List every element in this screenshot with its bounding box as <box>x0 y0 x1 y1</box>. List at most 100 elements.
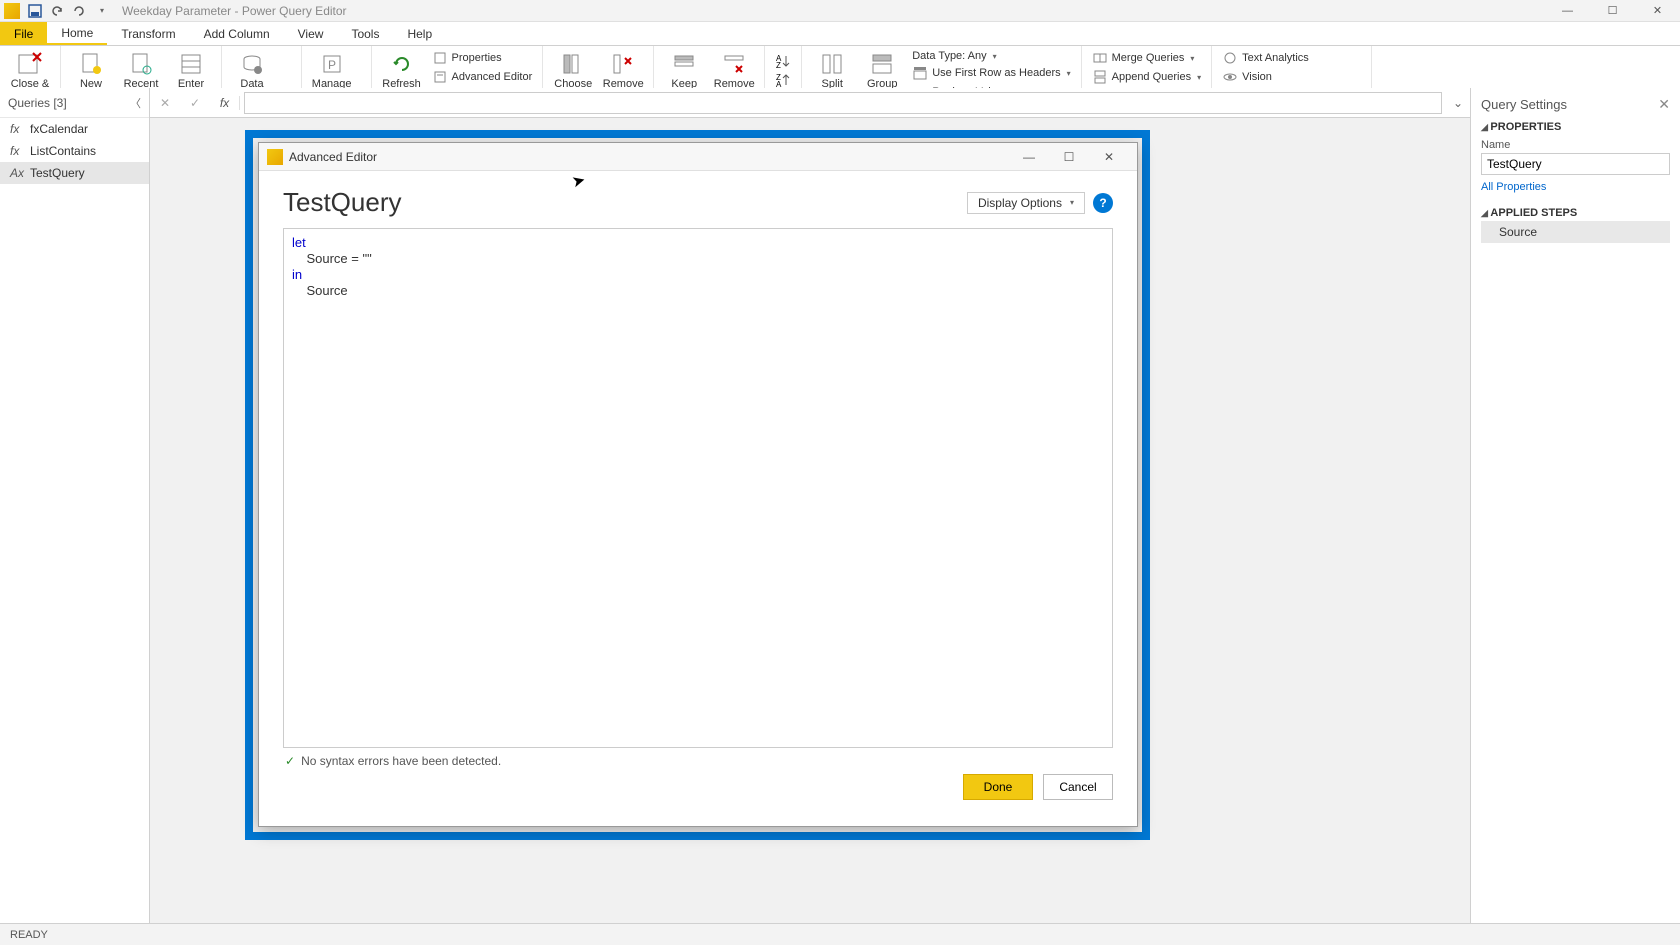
queries-header-label: Queries [3] <box>8 96 67 110</box>
new-source-icon <box>75 50 107 78</box>
query-label: TestQuery <box>30 166 85 180</box>
query-label: fxCalendar <box>30 122 88 136</box>
fx-commit-icon[interactable]: ✓ <box>180 96 210 110</box>
function-icon: fx <box>10 144 24 158</box>
data-source-settings-icon <box>236 50 268 78</box>
advanced-editor-dialog: Advanced Editor — ☐ ✕ ➤ TestQuery Displa… <box>258 142 1138 827</box>
tab-view[interactable]: View <box>284 22 338 45</box>
text-analytics-label: Text Analytics <box>1242 52 1309 64</box>
first-row-headers-button[interactable]: Use First Row as Headers▾ <box>908 64 1074 82</box>
sort-asc-button[interactable]: AZ <box>771 52 795 70</box>
remove-rows-icon <box>718 50 750 78</box>
window-title: Weekday Parameter - Power Query Editor <box>122 4 347 18</box>
undo-icon[interactable] <box>46 1 68 21</box>
check-icon: ✓ <box>285 754 295 768</box>
dialog-app-icon <box>267 149 283 165</box>
dialog-close-button[interactable]: ✕ <box>1089 144 1129 170</box>
vision-button[interactable]: Vision <box>1218 68 1365 86</box>
sort-asc-icon: AZ <box>775 53 791 69</box>
settings-close-icon[interactable]: ✕ <box>1658 96 1670 113</box>
tab-help[interactable]: Help <box>393 22 446 45</box>
display-options-label: Display Options <box>978 196 1062 210</box>
query-label: ListContains <box>30 144 96 158</box>
syntax-status: ✓ No syntax errors have been detected. <box>283 748 1113 774</box>
qat-dropdown-icon[interactable]: ▾ <box>90 1 112 21</box>
advanced-editor-icon <box>432 69 448 85</box>
close-window-button[interactable]: ✕ <box>1635 0 1680 22</box>
group-by-icon <box>866 50 898 78</box>
cancel-button[interactable]: Cancel <box>1043 774 1113 800</box>
queries-panel: Queries [3] 〈 fx fxCalendar fx ListConta… <box>0 88 150 923</box>
formula-expand-icon[interactable]: ⌄ <box>1446 96 1470 110</box>
vision-icon <box>1222 69 1238 85</box>
query-item-listcontains[interactable]: fx ListContains <box>0 140 149 162</box>
data-type-label: Data Type: Any <box>912 50 986 62</box>
advanced-editor-button[interactable]: Advanced Editor <box>428 68 537 86</box>
properties-button[interactable]: Properties <box>428 49 537 67</box>
merge-icon <box>1092 50 1108 66</box>
query-settings-panel: Query Settings ✕ PROPERTIES Name All Pro… <box>1470 88 1680 923</box>
code-keyword-in: in <box>292 267 302 282</box>
display-options-button[interactable]: Display Options ▾ <box>967 192 1085 214</box>
maximize-button[interactable]: ☐ <box>1590 0 1635 22</box>
svg-text:A: A <box>776 80 782 88</box>
dialog-titlebar[interactable]: Advanced Editor — ☐ ✕ ➤ <box>259 143 1137 171</box>
help-icon[interactable]: ? <box>1093 193 1113 213</box>
headers-icon <box>912 65 928 81</box>
first-row-label: Use First Row as Headers <box>932 67 1060 79</box>
append-label: Append Queries <box>1112 71 1192 83</box>
tab-add-column[interactable]: Add Column <box>190 22 284 45</box>
append-queries-button[interactable]: Append Queries▾ <box>1088 68 1206 86</box>
properties-label: Properties <box>452 52 502 64</box>
svg-text:Z: Z <box>776 61 781 69</box>
redo-icon[interactable] <box>68 1 90 21</box>
refresh-icon <box>386 50 418 78</box>
dialog-title: Advanced Editor <box>289 150 377 164</box>
name-input[interactable] <box>1481 153 1670 175</box>
merge-queries-button[interactable]: Merge Queries▾ <box>1088 49 1206 67</box>
collapse-queries-icon[interactable]: 〈 <box>130 95 141 111</box>
tab-tools[interactable]: Tools <box>337 22 393 45</box>
tab-file[interactable]: File <box>0 22 47 45</box>
split-column-icon <box>816 50 848 78</box>
formula-input[interactable] <box>244 92 1442 114</box>
advanced-editor-label: Advanced Editor <box>452 71 533 83</box>
query-icon: Ax <box>10 166 24 180</box>
text-analytics-button[interactable]: Text Analytics <box>1218 49 1365 67</box>
code-editor[interactable]: let Source = "" in Source <box>283 228 1113 748</box>
name-label: Name <box>1481 139 1670 151</box>
enter-data-icon <box>175 50 207 78</box>
tab-home[interactable]: Home <box>47 22 107 45</box>
sort-desc-button[interactable]: ZA <box>771 71 795 89</box>
applied-steps-header[interactable]: APPLIED STEPS <box>1481 207 1670 219</box>
formula-bar-wrap: ✕ ✓ fx ⌄ <box>150 88 1470 118</box>
query-item-testquery[interactable]: Ax TestQuery <box>0 162 149 184</box>
properties-section-header[interactable]: PROPERTIES <box>1481 121 1670 133</box>
fx-icon[interactable]: fx <box>210 96 240 110</box>
code-keyword-let: let <box>292 235 306 250</box>
append-icon <box>1092 69 1108 85</box>
query-item-fxcalendar[interactable]: fx fxCalendar <box>0 118 149 140</box>
dialog-heading: TestQuery <box>283 187 402 218</box>
code-line-source: Source <box>292 283 348 298</box>
all-properties-link[interactable]: All Properties <box>1481 181 1670 193</box>
save-icon[interactable] <box>24 1 46 21</box>
app-icon <box>4 3 20 19</box>
fx-cancel-icon[interactable]: ✕ <box>150 96 180 110</box>
main-area: Queries [3] 〈 fx fxCalendar fx ListConta… <box>0 118 1680 923</box>
choose-columns-icon <box>557 50 589 78</box>
function-icon: fx <box>10 122 24 136</box>
dialog-maximize-button[interactable]: ☐ <box>1049 144 1089 170</box>
merge-label: Merge Queries <box>1112 52 1185 64</box>
vision-label: Vision <box>1242 71 1272 83</box>
tab-transform[interactable]: Transform <box>107 22 189 45</box>
minimize-button[interactable]: — <box>1545 0 1590 22</box>
recent-sources-icon <box>125 50 157 78</box>
step-source[interactable]: Source <box>1481 221 1670 243</box>
done-button[interactable]: Done <box>963 774 1033 800</box>
keep-rows-icon <box>668 50 700 78</box>
data-type-button[interactable]: Data Type: Any▾ <box>908 49 1074 63</box>
dialog-minimize-button[interactable]: — <box>1009 144 1049 170</box>
sort-desc-icon: ZA <box>775 72 791 88</box>
settings-title: Query Settings <box>1481 97 1567 112</box>
